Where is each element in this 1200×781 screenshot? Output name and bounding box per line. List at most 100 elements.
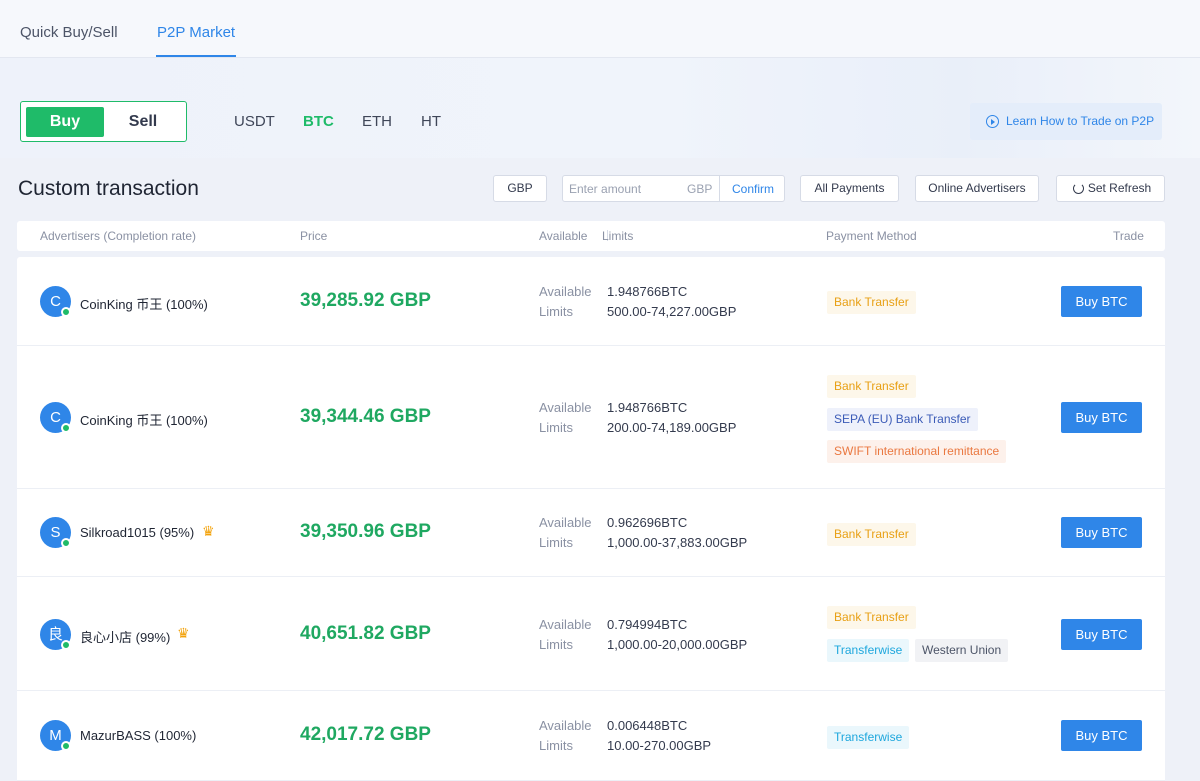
play-circle-icon [986, 115, 999, 128]
coin-tab-eth[interactable]: ETH [362, 113, 392, 130]
learn-button-label: Learn How to Trade on P2P [1006, 114, 1155, 128]
available-value: 1.948766BTC [607, 400, 688, 415]
advertiser-name[interactable]: MazurBASS (100%) [80, 728, 196, 743]
coin-tab-ht[interactable]: HT [421, 113, 441, 130]
tab-p2p-market[interactable]: P2P Market [157, 24, 235, 41]
limits-value: 1,000.00-37,883.00GBP [607, 535, 748, 550]
section-title: Custom transaction [18, 177, 199, 200]
payment-tag-transferwise: Transferwise [827, 726, 910, 749]
payments-filter-select[interactable]: All Payments [800, 175, 899, 202]
amount-currency: GBP [687, 182, 713, 196]
limits-label: Limits [539, 420, 573, 435]
price: 39,350.96 GBP [300, 521, 431, 542]
sell-toggle-button[interactable]: Sell [113, 107, 173, 137]
crown-icon: ♛ [177, 625, 190, 641]
payment-tag-bank-transfer: Bank Transfer [827, 375, 916, 398]
limits-value: 500.00-74,227.00GBP [607, 304, 737, 319]
col-trade: Trade [1113, 229, 1144, 243]
available-value: 0.962696BTC [607, 515, 688, 530]
table-row: S Silkroad1015 (95%) ♛ 39,350.96 GBP Ava… [17, 489, 1165, 577]
advertiser-name[interactable]: Silkroad1015 (95%) [80, 525, 194, 540]
table-row: C CoinKing 币王 (100%) 39,344.46 GBP Avail… [17, 346, 1165, 489]
limits-label: Limits [539, 304, 573, 319]
available-label: Available [539, 284, 592, 299]
limits-value: 10.00-270.00GBP [607, 738, 712, 753]
payment-tag-transferwise: Transferwise [827, 639, 910, 662]
table-header: Advertisers (Completion rate) Price Avai… [17, 221, 1165, 251]
online-advertisers-toggle[interactable]: Online Advertisers [915, 175, 1039, 202]
advertiser-name[interactable]: CoinKing 币王 (100%) [80, 410, 208, 429]
buy-btc-button[interactable]: Buy BTC [1061, 402, 1142, 433]
online-dot-icon [61, 423, 71, 433]
buy-btc-button[interactable]: Buy BTC [1061, 619, 1142, 650]
amount-input[interactable] [569, 180, 679, 198]
payment-tag-western-union: Western Union [915, 639, 1009, 662]
avatar-initial: 良 [47, 626, 63, 643]
available-value: 0.006448BTC [607, 718, 688, 733]
set-refresh-button[interactable]: Set Refresh [1056, 175, 1165, 202]
limits-value: 1,000.00-20,000.00GBP [607, 637, 748, 652]
divider [719, 176, 720, 201]
avatar[interactable]: S [40, 517, 71, 548]
col-available: Available [539, 229, 588, 243]
coin-tab-usdt[interactable]: USDT [234, 113, 275, 130]
payment-tag-sepa: SEPA (EU) Bank Transfer [827, 408, 978, 431]
amount-filter: GBP Confirm [562, 175, 785, 202]
buy-sell-toggle: Buy Sell [20, 101, 187, 142]
table-row: 良 良心小店 (99%) ♛ 40,651.82 GBP Available 0… [17, 577, 1165, 691]
limits-label: Limits [539, 637, 573, 652]
confirm-button[interactable]: Confirm [732, 182, 774, 196]
price: 39,344.46 GBP [300, 406, 431, 427]
currency-select[interactable]: GBP [493, 175, 547, 202]
limits-label: Limits [539, 738, 573, 753]
avatar-initial: C [50, 293, 61, 310]
available-value: 0.794994BTC [607, 617, 688, 632]
available-value: 1.948766BTC [607, 284, 688, 299]
active-tab-indicator [156, 55, 236, 57]
payment-tag-swift: SWIFT international remittance [827, 440, 1007, 463]
avatar[interactable]: C [40, 286, 71, 317]
available-label: Available [539, 515, 592, 530]
avatar[interactable]: C [40, 402, 71, 433]
avatar-initial: C [50, 409, 61, 426]
learn-how-to-trade-button[interactable]: Learn How to Trade on P2P [970, 103, 1162, 140]
advertiser-name[interactable]: 良心小店 (99%) [80, 627, 170, 646]
tab-quick-buy-sell[interactable]: Quick Buy/Sell [20, 24, 118, 41]
avatar[interactable]: 良 [40, 619, 71, 650]
advertiser-name[interactable]: CoinKing 币王 (100%) [80, 294, 208, 313]
limits-value: 200.00-74,189.00GBP [607, 420, 737, 435]
col-limits: Limits [602, 229, 634, 243]
table-row: M MazurBASS (100%) 42,017.72 GBP Availab… [17, 691, 1165, 781]
price: 40,651.82 GBP [300, 623, 431, 644]
payment-tag-bank-transfer: Bank Transfer [827, 291, 916, 314]
online-dot-icon [61, 741, 71, 751]
buy-btc-button[interactable]: Buy BTC [1061, 720, 1142, 751]
payment-tag-bank-transfer: Bank Transfer [827, 523, 916, 546]
avatar-initial: S [50, 524, 61, 541]
avatar-initial: M [49, 727, 62, 744]
online-dot-icon [61, 307, 71, 317]
coin-tab-btc[interactable]: BTC [303, 113, 334, 130]
available-label: Available [539, 400, 592, 415]
table-row: C CoinKing 币王 (100%) 39,285.92 GBP Avail… [17, 257, 1165, 346]
crown-icon: ♛ [202, 523, 215, 539]
col-payment-method: Payment Method [826, 229, 917, 243]
price: 42,017.72 GBP [300, 724, 431, 745]
payment-tag-bank-transfer: Bank Transfer [827, 606, 916, 629]
available-label: Available [539, 617, 592, 632]
top-nav: Quick Buy/Sell P2P Market [0, 0, 1200, 58]
buy-btc-button[interactable]: Buy BTC [1061, 286, 1142, 317]
col-price: Price [300, 229, 328, 243]
online-dot-icon [61, 538, 71, 548]
online-dot-icon [61, 640, 71, 650]
buy-toggle-button[interactable]: Buy [26, 107, 104, 137]
refresh-icon [1073, 183, 1084, 194]
col-advertisers: Advertisers (Completion rate) [40, 229, 197, 243]
avatar[interactable]: M [40, 720, 71, 751]
set-refresh-label: Set Refresh [1087, 181, 1152, 195]
buy-btc-button[interactable]: Buy BTC [1061, 517, 1142, 548]
available-label: Available [539, 718, 592, 733]
offers-list: C CoinKing 币王 (100%) 39,285.92 GBP Avail… [17, 257, 1165, 781]
limits-label: Limits [539, 535, 573, 550]
price: 39,285.92 GBP [300, 290, 431, 311]
